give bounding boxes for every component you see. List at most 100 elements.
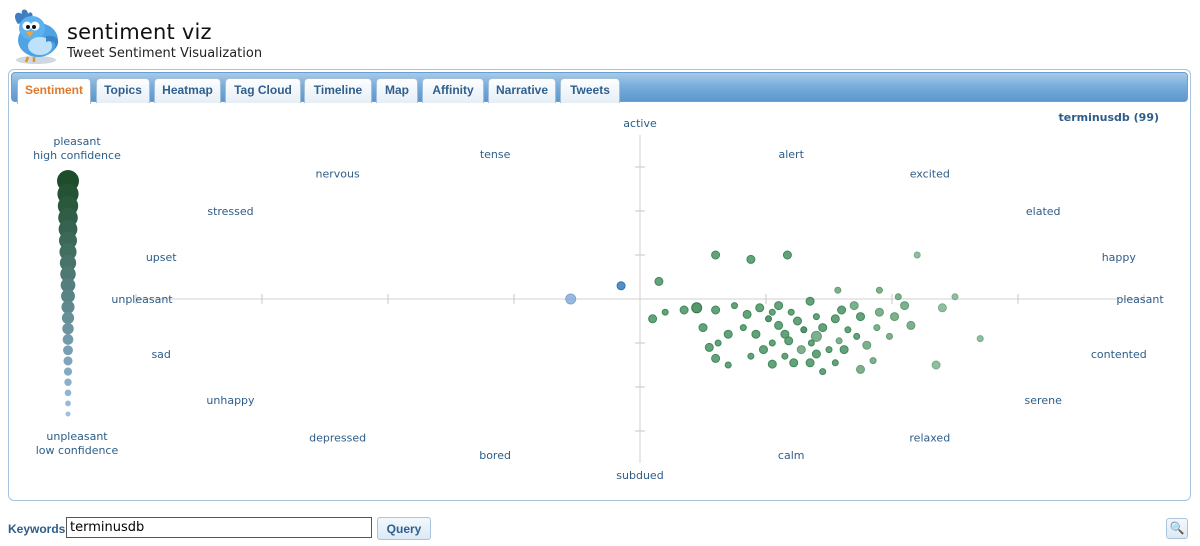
page: sentiment viz Tweet Sentiment Visualizat… — [0, 0, 1200, 546]
mood-label-tense: tense — [480, 148, 511, 161]
tweet-point[interactable] — [789, 358, 799, 368]
mood-label-happy: happy — [1102, 251, 1137, 264]
legend-scale-dot — [64, 389, 72, 397]
tweet-point[interactable] — [782, 250, 792, 260]
mood-label-upset: upset — [146, 251, 177, 264]
tweet-point[interactable] — [862, 340, 872, 350]
app-title: sentiment viz — [67, 20, 212, 44]
mood-label-excited: excited — [910, 168, 950, 181]
tweet-point[interactable] — [835, 337, 843, 345]
tweet-point[interactable] — [755, 303, 765, 313]
tweet-point[interactable] — [844, 326, 852, 334]
tweet-point[interactable] — [819, 368, 827, 376]
tweet-point[interactable] — [839, 345, 849, 355]
tweet-point[interactable] — [768, 339, 776, 347]
tweet-point[interactable] — [853, 332, 861, 340]
tweet-point[interactable] — [937, 303, 947, 313]
tweet-point[interactable] — [711, 250, 721, 260]
legend-scale-dot — [63, 367, 73, 376]
tweet-point[interactable] — [648, 314, 658, 324]
query-button[interactable]: Query — [377, 517, 431, 540]
tweet-point[interactable] — [818, 323, 828, 333]
magnifier-icon[interactable]: 🔍 — [1166, 518, 1188, 539]
tweet-point[interactable] — [830, 314, 840, 324]
tweet-point[interactable] — [875, 286, 883, 294]
tweet-point[interactable] — [751, 329, 761, 339]
tweet-point[interactable] — [698, 323, 708, 333]
tweet-point[interactable] — [746, 254, 756, 264]
tweet-point[interactable] — [714, 339, 722, 347]
tweet-point[interactable] — [711, 305, 721, 315]
mood-label-sad: sad — [151, 348, 170, 361]
tweet-point[interactable] — [565, 293, 577, 305]
tweet-point[interactable] — [765, 315, 773, 323]
mood-label-calm: calm — [778, 449, 805, 462]
mood-label-stressed: stressed — [207, 205, 253, 218]
tweet-point[interactable] — [951, 293, 959, 301]
viz-panel: Sentiment Topics Heatmap Tag Cloud Timel… — [8, 69, 1191, 501]
tweet-point[interactable] — [825, 346, 833, 354]
tweet-point[interactable] — [849, 301, 859, 311]
tweet-point[interactable] — [704, 342, 714, 352]
axis-label-active: active — [623, 117, 657, 130]
legend-scale-dot — [64, 378, 72, 386]
tweet-point[interactable] — [856, 312, 865, 322]
tweet-point[interactable] — [616, 281, 626, 291]
tweet-point[interactable] — [679, 305, 689, 315]
tweet-point[interactable] — [812, 313, 820, 321]
tweet-point[interactable] — [894, 293, 902, 301]
tweet-point[interactable] — [885, 332, 893, 340]
tweet-point[interactable] — [784, 336, 794, 346]
tweet-point[interactable] — [724, 361, 732, 369]
tweet-point[interactable] — [805, 296, 815, 306]
legend-scale-dot — [63, 356, 73, 366]
tweet-point[interactable] — [913, 251, 921, 259]
tweet-point[interactable] — [976, 335, 984, 343]
tweet-point[interactable] — [900, 301, 910, 311]
tweet-point[interactable] — [767, 359, 777, 369]
tweet-point[interactable] — [711, 353, 721, 363]
tweet-point[interactable] — [758, 345, 768, 355]
tweet-point[interactable] — [869, 357, 877, 365]
tweet-point[interactable] — [807, 339, 815, 347]
tweet-point[interactable] — [796, 345, 806, 355]
tweet-point[interactable] — [834, 286, 842, 294]
tweet-point[interactable] — [742, 309, 752, 319]
tweet-point[interactable] — [890, 312, 900, 322]
keywords-label: Keywords: — [8, 522, 70, 536]
mood-label-relaxed: relaxed — [909, 432, 950, 445]
axis-label-unpleasant: unpleasant — [111, 293, 173, 306]
tweet-point[interactable] — [691, 302, 703, 314]
legend-scale-dot — [65, 400, 71, 407]
tweet-point[interactable] — [800, 326, 808, 334]
confidence-legend-scale — [57, 170, 79, 417]
legend-scale-dot — [63, 345, 73, 356]
tweet-point[interactable] — [931, 360, 941, 370]
tweet-point[interactable] — [856, 364, 865, 374]
tweet-point[interactable] — [723, 329, 733, 339]
tweet-point[interactable] — [654, 276, 664, 286]
tweet-point[interactable] — [774, 301, 784, 311]
tweet-point[interactable] — [661, 308, 669, 316]
tweet-point[interactable] — [774, 320, 784, 330]
tweet-point[interactable] — [831, 359, 839, 367]
mood-label-serene: serene — [1025, 394, 1063, 407]
tweet-point[interactable] — [787, 308, 795, 316]
tweet-point[interactable] — [793, 316, 802, 326]
tweet-point[interactable] — [811, 349, 821, 359]
tweet-point[interactable] — [731, 302, 738, 310]
mood-label-unhappy: unhappy — [206, 394, 255, 407]
tweet-point[interactable] — [873, 324, 881, 332]
tweet-point[interactable] — [906, 320, 916, 330]
tweet-point[interactable] — [837, 305, 847, 315]
tweet-point[interactable] — [768, 308, 776, 316]
sentiment-scatter-chart[interactable]: unpleasant pleasant active subdued tense nerv… — [9, 70, 1190, 500]
keywords-input[interactable] — [66, 517, 372, 538]
axis-label-subdued: subdued — [616, 469, 663, 482]
tweet-point[interactable] — [781, 352, 789, 360]
tweet-point[interactable] — [805, 358, 815, 368]
tweet-point[interactable] — [874, 307, 884, 317]
mood-label-alert: alert — [778, 148, 804, 161]
tweet-point[interactable] — [747, 352, 755, 360]
tweet-point[interactable] — [739, 324, 747, 332]
